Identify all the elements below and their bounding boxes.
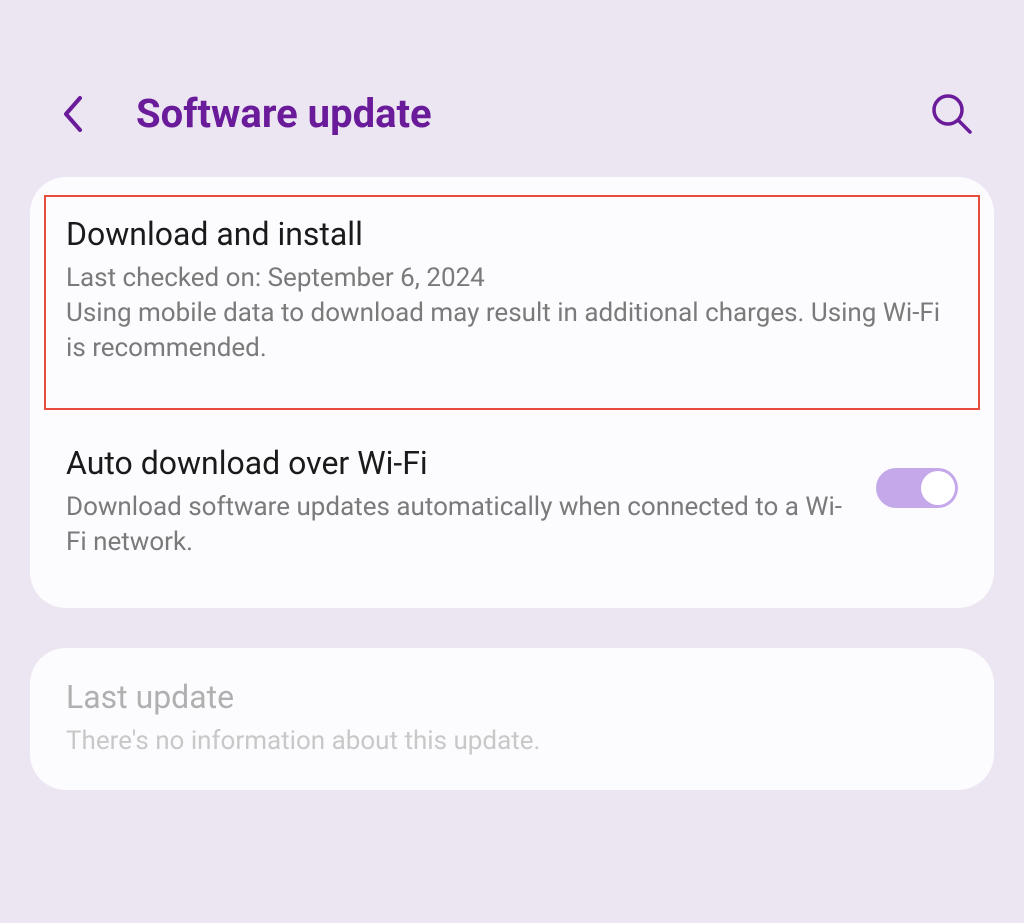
last-update-description: There's no information about this update… — [66, 724, 958, 759]
auto-download-content: Auto download over Wi-Fi Download softwa… — [66, 444, 856, 560]
auto-download-toggle[interactable] — [876, 468, 958, 508]
download-install-last-checked: Last checked on: September 6, 2024 — [66, 261, 958, 296]
download-install-title: Download and install — [66, 215, 958, 253]
last-update-item[interactable]: Last update There's no information about… — [30, 648, 994, 789]
download-install-item[interactable]: Download and install Last checked on: Se… — [44, 195, 980, 410]
back-icon[interactable] — [60, 92, 88, 136]
settings-card-2: Last update There's no information about… — [30, 648, 994, 789]
toggle-knob — [921, 471, 955, 505]
last-update-title: Last update — [66, 678, 958, 716]
auto-download-description: Download software updates automatically … — [66, 490, 856, 560]
settings-card-1: Download and install Last checked on: Se… — [30, 177, 994, 608]
page-title: Software update — [136, 90, 930, 137]
search-icon[interactable] — [930, 92, 974, 136]
download-install-warning: Using mobile data to download may result… — [66, 296, 958, 366]
header: Software update — [0, 0, 1024, 177]
auto-download-title: Auto download over Wi-Fi — [66, 444, 856, 482]
auto-download-item[interactable]: Auto download over Wi-Fi Download softwa… — [30, 416, 994, 608]
